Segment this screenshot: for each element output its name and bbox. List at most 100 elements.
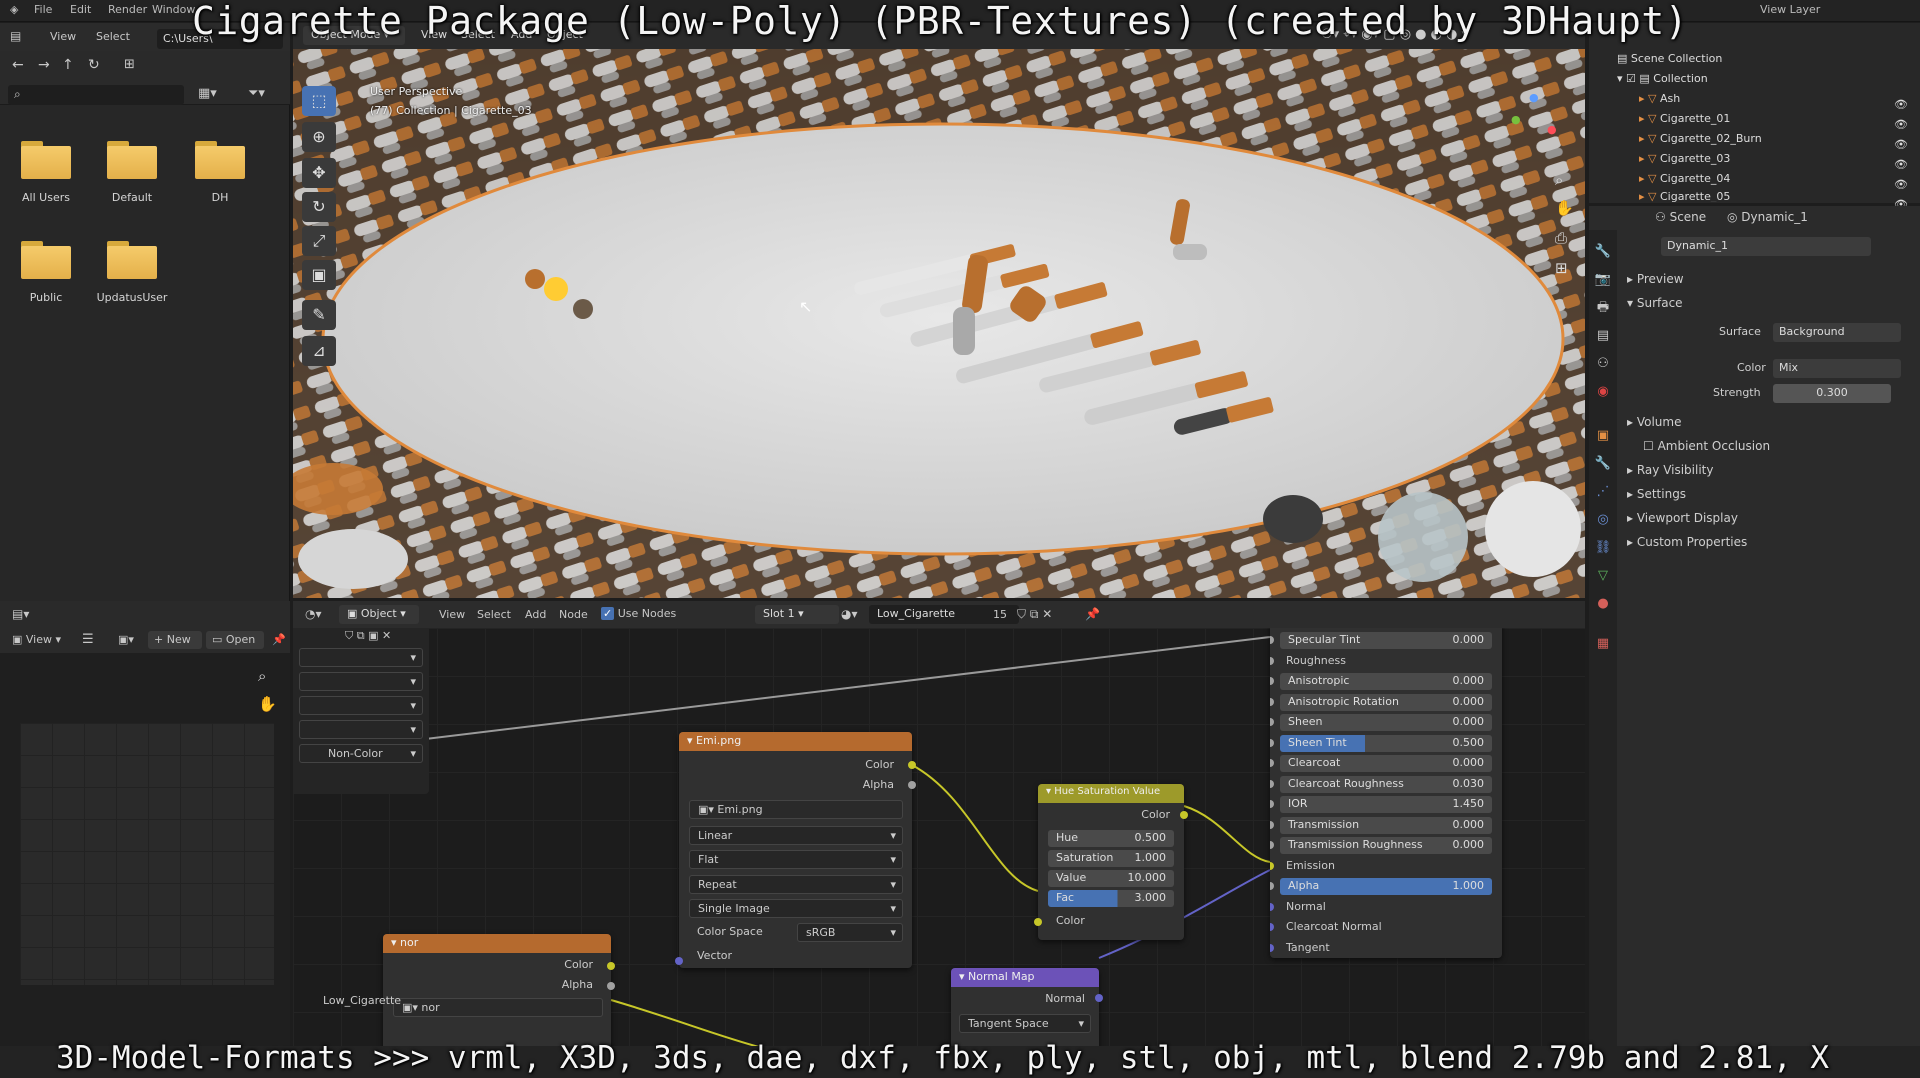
camera-icon[interactable]: ⎙	[1555, 229, 1567, 247]
world-tab[interactable]: ◎ Dynamic_1	[1727, 210, 1808, 224]
visibility-eye-icons[interactable]: 👁 👁 👁 👁 👁 👁	[1894, 95, 1908, 215]
bsdf-input-socket[interactable]	[1270, 738, 1274, 747]
non-color-dropdown[interactable]: Non-Color ▾	[299, 744, 423, 763]
bsdf-value-field[interactable]: Clearcoat 0.000	[1280, 755, 1492, 772]
scene-tab[interactable]: ⚇ Scene	[1655, 210, 1706, 224]
back-arrow-icon[interactable]: ←	[12, 57, 24, 73]
bsdf-input-socket[interactable]	[1270, 718, 1274, 726]
pan-hand-icon[interactable]: ✋	[258, 695, 277, 713]
bsdf-input-socket[interactable]	[1270, 923, 1274, 931]
outliner-item-cigarette-03[interactable]: ▸ ▽ Cigarette_03	[1639, 152, 1920, 172]
bsdf-value-field[interactable]: Anisotropic 0.000	[1280, 673, 1492, 690]
folder-default[interactable]: Default	[90, 141, 174, 231]
blender-logo-icon[interactable]: ◈	[10, 3, 18, 16]
bsdf-value-field[interactable]: Specular Tint 0.000	[1280, 632, 1492, 649]
parent-dir-icon[interactable]: ↑	[62, 57, 74, 73]
world-tab-icon[interactable]: ◉	[1593, 382, 1613, 402]
ne-menu-add[interactable]: Add	[525, 608, 546, 621]
ne-menu-node[interactable]: Node	[559, 608, 588, 621]
x-axis-icon[interactable]: ●	[1547, 123, 1557, 136]
menu-file[interactable]: File	[34, 3, 52, 16]
bsdf-input-socket[interactable]	[1270, 820, 1274, 829]
image-texture-node-emi[interactable]: ▾ Emi.png Color Alpha ▣▾ Emi.png Linear ▾…	[679, 732, 912, 968]
navigation-gizmo[interactable]: ● ● ●	[1511, 91, 1561, 141]
filter-icon[interactable]: ⏷▾	[248, 86, 265, 101]
3d-viewport[interactable]: User Perspective (77) Collection | Cigar…	[293, 49, 1585, 598]
bsdf-input-socket[interactable]	[1270, 861, 1274, 870]
panel-viewport-display[interactable]: ▸ Viewport Display	[1627, 511, 1738, 525]
file-search-input[interactable]: ⌕	[8, 85, 184, 105]
menu-edit[interactable]: Edit	[70, 3, 91, 16]
bsdf-value-field[interactable]: Transmission Roughness 0.000	[1280, 837, 1492, 854]
material-users-count[interactable]: 15	[993, 608, 1007, 621]
menu-window[interactable]: Window	[152, 3, 195, 16]
image-editor[interactable]: ⌕ ✋	[0, 653, 290, 1046]
bsdf-value-field[interactable]: Clearcoat Roughness 0.030	[1280, 775, 1492, 793]
side-dropdown-1[interactable]: ▾	[299, 648, 423, 667]
saturation-field[interactable]: Saturation 1.000	[1048, 850, 1174, 867]
view-layer-tab-icon[interactable]: ▤	[1593, 326, 1613, 346]
particles-tab-icon[interactable]: ⋰	[1593, 482, 1613, 502]
bsdf-input-socket[interactable]	[1270, 800, 1274, 808]
image-datablock-field[interactable]: ▣▾ Emi.png	[689, 800, 903, 819]
panel-surface[interactable]: ▾ Surface	[1627, 296, 1683, 310]
select-box-tool-icon[interactable]: ⬚	[302, 86, 336, 116]
object-tab-icon[interactable]: ▣	[1593, 426, 1613, 446]
alpha-output-socket[interactable]	[908, 781, 916, 789]
node-object-dropdown[interactable]: ▣ Object ▾	[339, 605, 419, 624]
rotate-tool-icon[interactable]: ↻	[302, 192, 336, 222]
folder-public[interactable]: Public	[4, 241, 88, 331]
image-texture-node-nor[interactable]: ▾ nor Color Alpha ▣▾ nor	[383, 934, 611, 1046]
color-output-socket[interactable]	[908, 761, 916, 769]
side-dropdown-4[interactable]: ▾	[299, 720, 423, 739]
bsdf-input-socket[interactable]	[1270, 943, 1274, 952]
extension-dropdown[interactable]: Repeat ▾	[689, 875, 903, 894]
new-folder-icon[interactable]: ⊞	[124, 57, 135, 72]
menu-render[interactable]: Render	[108, 3, 147, 16]
ortho-grid-icon[interactable]: ⊞	[1555, 259, 1568, 277]
node-header[interactable]: ▾ Emi.png	[679, 732, 912, 751]
new-image-button[interactable]: + New	[148, 631, 202, 649]
bsdf-input-socket[interactable]	[1270, 677, 1274, 685]
surface-shader-field[interactable]: Background	[1773, 323, 1901, 342]
fb-menu-view[interactable]: View	[50, 30, 76, 43]
outliner-item-cigarette-02-burn[interactable]: ▸ ▽ Cigarette_02_Burn	[1639, 132, 1920, 152]
cursor-tool-icon[interactable]: ⊕	[302, 122, 336, 152]
fac-field[interactable]: Fac 3.000	[1048, 890, 1174, 907]
hue-field[interactable]: Hue 0.500	[1048, 830, 1174, 847]
ne-menu-view[interactable]: View	[439, 608, 465, 621]
zoom-icon[interactable]: ⌕	[258, 667, 266, 685]
pin-icon[interactable]: 📌	[272, 633, 286, 646]
folder-dh[interactable]: DH	[178, 141, 262, 231]
node-header[interactable]: ▾ Normal Map	[951, 968, 1099, 987]
output-tab-icon[interactable]: 🖶	[1593, 298, 1613, 318]
editor-type-icon[interactable]: ▤	[10, 29, 21, 43]
scene-collection-row[interactable]: ▤ Scene Collection	[1617, 52, 1920, 72]
node-header[interactable]: ▾ nor	[383, 934, 611, 953]
data-tab-icon[interactable]: ▽	[1593, 566, 1613, 586]
image-browse-icon[interactable]: ▣▾	[118, 633, 134, 646]
pin-icon[interactable]: 📌	[1085, 607, 1100, 621]
side-dropdown-3[interactable]: ▾	[299, 696, 423, 715]
y-axis-icon[interactable]: ●	[1511, 113, 1521, 126]
panel-ray-visibility[interactable]: ▸ Ray Visibility	[1627, 463, 1713, 477]
bsdf-value-field[interactable]: IOR 1.450	[1280, 796, 1492, 813]
image-datablock-field[interactable]: ▣▾ nor	[393, 998, 603, 1017]
material-actions-icons[interactable]: ⛉ ⧉ ✕	[1017, 607, 1052, 622]
forward-arrow-icon[interactable]: →	[38, 57, 50, 73]
bsdf-value-field[interactable]: Sheen Tint 0.500	[1280, 734, 1492, 752]
view-layer-label[interactable]: View Layer	[1760, 3, 1820, 16]
image-actions-icons[interactable]: ⛉ ⧉ ▣ ✕	[345, 629, 391, 643]
bsdf-value-field[interactable]: Sheen 0.000	[1280, 714, 1492, 731]
annotate-tool-icon[interactable]: ✎	[302, 300, 336, 330]
panel-preview[interactable]: ▸ Preview	[1627, 272, 1684, 286]
panel-custom-properties[interactable]: ▸ Custom Properties	[1627, 535, 1747, 549]
pan-hand-icon[interactable]: ✋	[1555, 199, 1574, 217]
bsdf-input-socket[interactable]	[1270, 902, 1274, 911]
outliner-item-cigarette-05[interactable]: ▸ ▽ Cigarette_05	[1639, 190, 1920, 202]
checkbox-icon[interactable]: ▾ ☑ ▤	[1617, 72, 1653, 85]
projection-dropdown[interactable]: Flat ▾	[689, 850, 903, 869]
ne-menu-select[interactable]: Select	[477, 608, 511, 621]
node-editor-canvas[interactable]: ▾ Emi.png Color Alpha ▣▾ Emi.png Linear ▾…	[293, 628, 1585, 1046]
slot-dropdown[interactable]: Slot 1 ▾	[755, 605, 839, 624]
